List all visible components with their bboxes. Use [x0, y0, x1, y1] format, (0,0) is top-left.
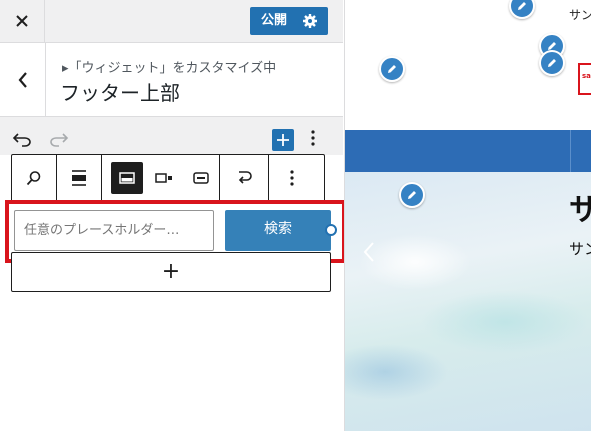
- pencil-icon: [388, 65, 396, 73]
- toolbar-group-block: [12, 155, 57, 201]
- more-vertical-icon[interactable]: [311, 130, 315, 146]
- toolbar-group-button-position: [102, 155, 220, 201]
- site-navigation: [345, 130, 591, 172]
- pencil-icon: [518, 2, 526, 10]
- chevron-left-icon[interactable]: [363, 242, 375, 262]
- publish-label: 公開: [260, 13, 287, 28]
- more-options-button[interactable]: [269, 155, 315, 201]
- page-title: フッター上部: [60, 81, 180, 105]
- toolbar-group-align: [57, 155, 102, 201]
- button-inside-button[interactable]: [108, 155, 145, 201]
- link-icon: [238, 171, 252, 184]
- toolbar-group-link: [220, 155, 269, 201]
- add-block-button[interactable]: [272, 129, 294, 151]
- history-bar: [0, 117, 343, 155]
- customizer-header: 公開: [0, 0, 343, 43]
- button-inside-icon: [118, 172, 135, 184]
- section-header: ▸「ウィジェット」をカスタマイズ中 フッター上部: [0, 43, 343, 117]
- more-options-icon: [290, 170, 294, 186]
- block-type-button[interactable]: [12, 155, 56, 201]
- site-logo[interactable]: sa: [578, 63, 591, 95]
- edit-shortcut-logo[interactable]: [539, 50, 565, 76]
- button-only-icon: [192, 172, 209, 184]
- button-only-button[interactable]: [182, 155, 219, 201]
- close-icon: [16, 15, 28, 27]
- align-button[interactable]: [57, 155, 101, 201]
- redo-icon[interactable]: [49, 133, 69, 147]
- site-preview: サン sa サ サン: [344, 0, 591, 431]
- publish-button[interactable]: 公開: [250, 7, 328, 35]
- search-icon: [26, 171, 41, 186]
- button-outside-icon: [154, 173, 172, 183]
- chevron-left-icon: [18, 71, 27, 88]
- customizer-panel: 公開 ▸「ウィジェット」をカスタマイズ中 フッター上部 任意のプレースホルダー……: [0, 0, 346, 431]
- edit-shortcut-hero[interactable]: [399, 182, 425, 208]
- logo-text: sa: [582, 72, 591, 80]
- close-button[interactable]: [0, 0, 45, 42]
- toolbar-group-more: [269, 155, 315, 201]
- hero-title: サ: [569, 185, 591, 229]
- gear-icon[interactable]: [302, 13, 318, 29]
- back-button[interactable]: [0, 43, 46, 116]
- block-appender[interactable]: +: [11, 252, 331, 292]
- pencil-icon: [548, 59, 556, 67]
- edit-shortcut-site-title[interactable]: [379, 56, 405, 82]
- nav-divider: [570, 130, 571, 172]
- hero-image: [345, 172, 591, 431]
- site-tagline: サン: [569, 8, 591, 22]
- plus-icon: [277, 134, 289, 146]
- undo-icon[interactable]: [12, 133, 32, 147]
- link-button[interactable]: [220, 155, 268, 201]
- button-outside-button[interactable]: [145, 155, 182, 201]
- pencil-icon: [408, 191, 416, 199]
- hero-subtitle: サン: [569, 240, 591, 258]
- block-toolbar: [11, 154, 325, 202]
- appender-label: +: [161, 259, 181, 284]
- align-icon: [72, 170, 86, 186]
- edit-shortcut-tagline[interactable]: [509, 0, 535, 19]
- breadcrumb: ▸「ウィジェット」をカスタマイズ中: [62, 61, 277, 76]
